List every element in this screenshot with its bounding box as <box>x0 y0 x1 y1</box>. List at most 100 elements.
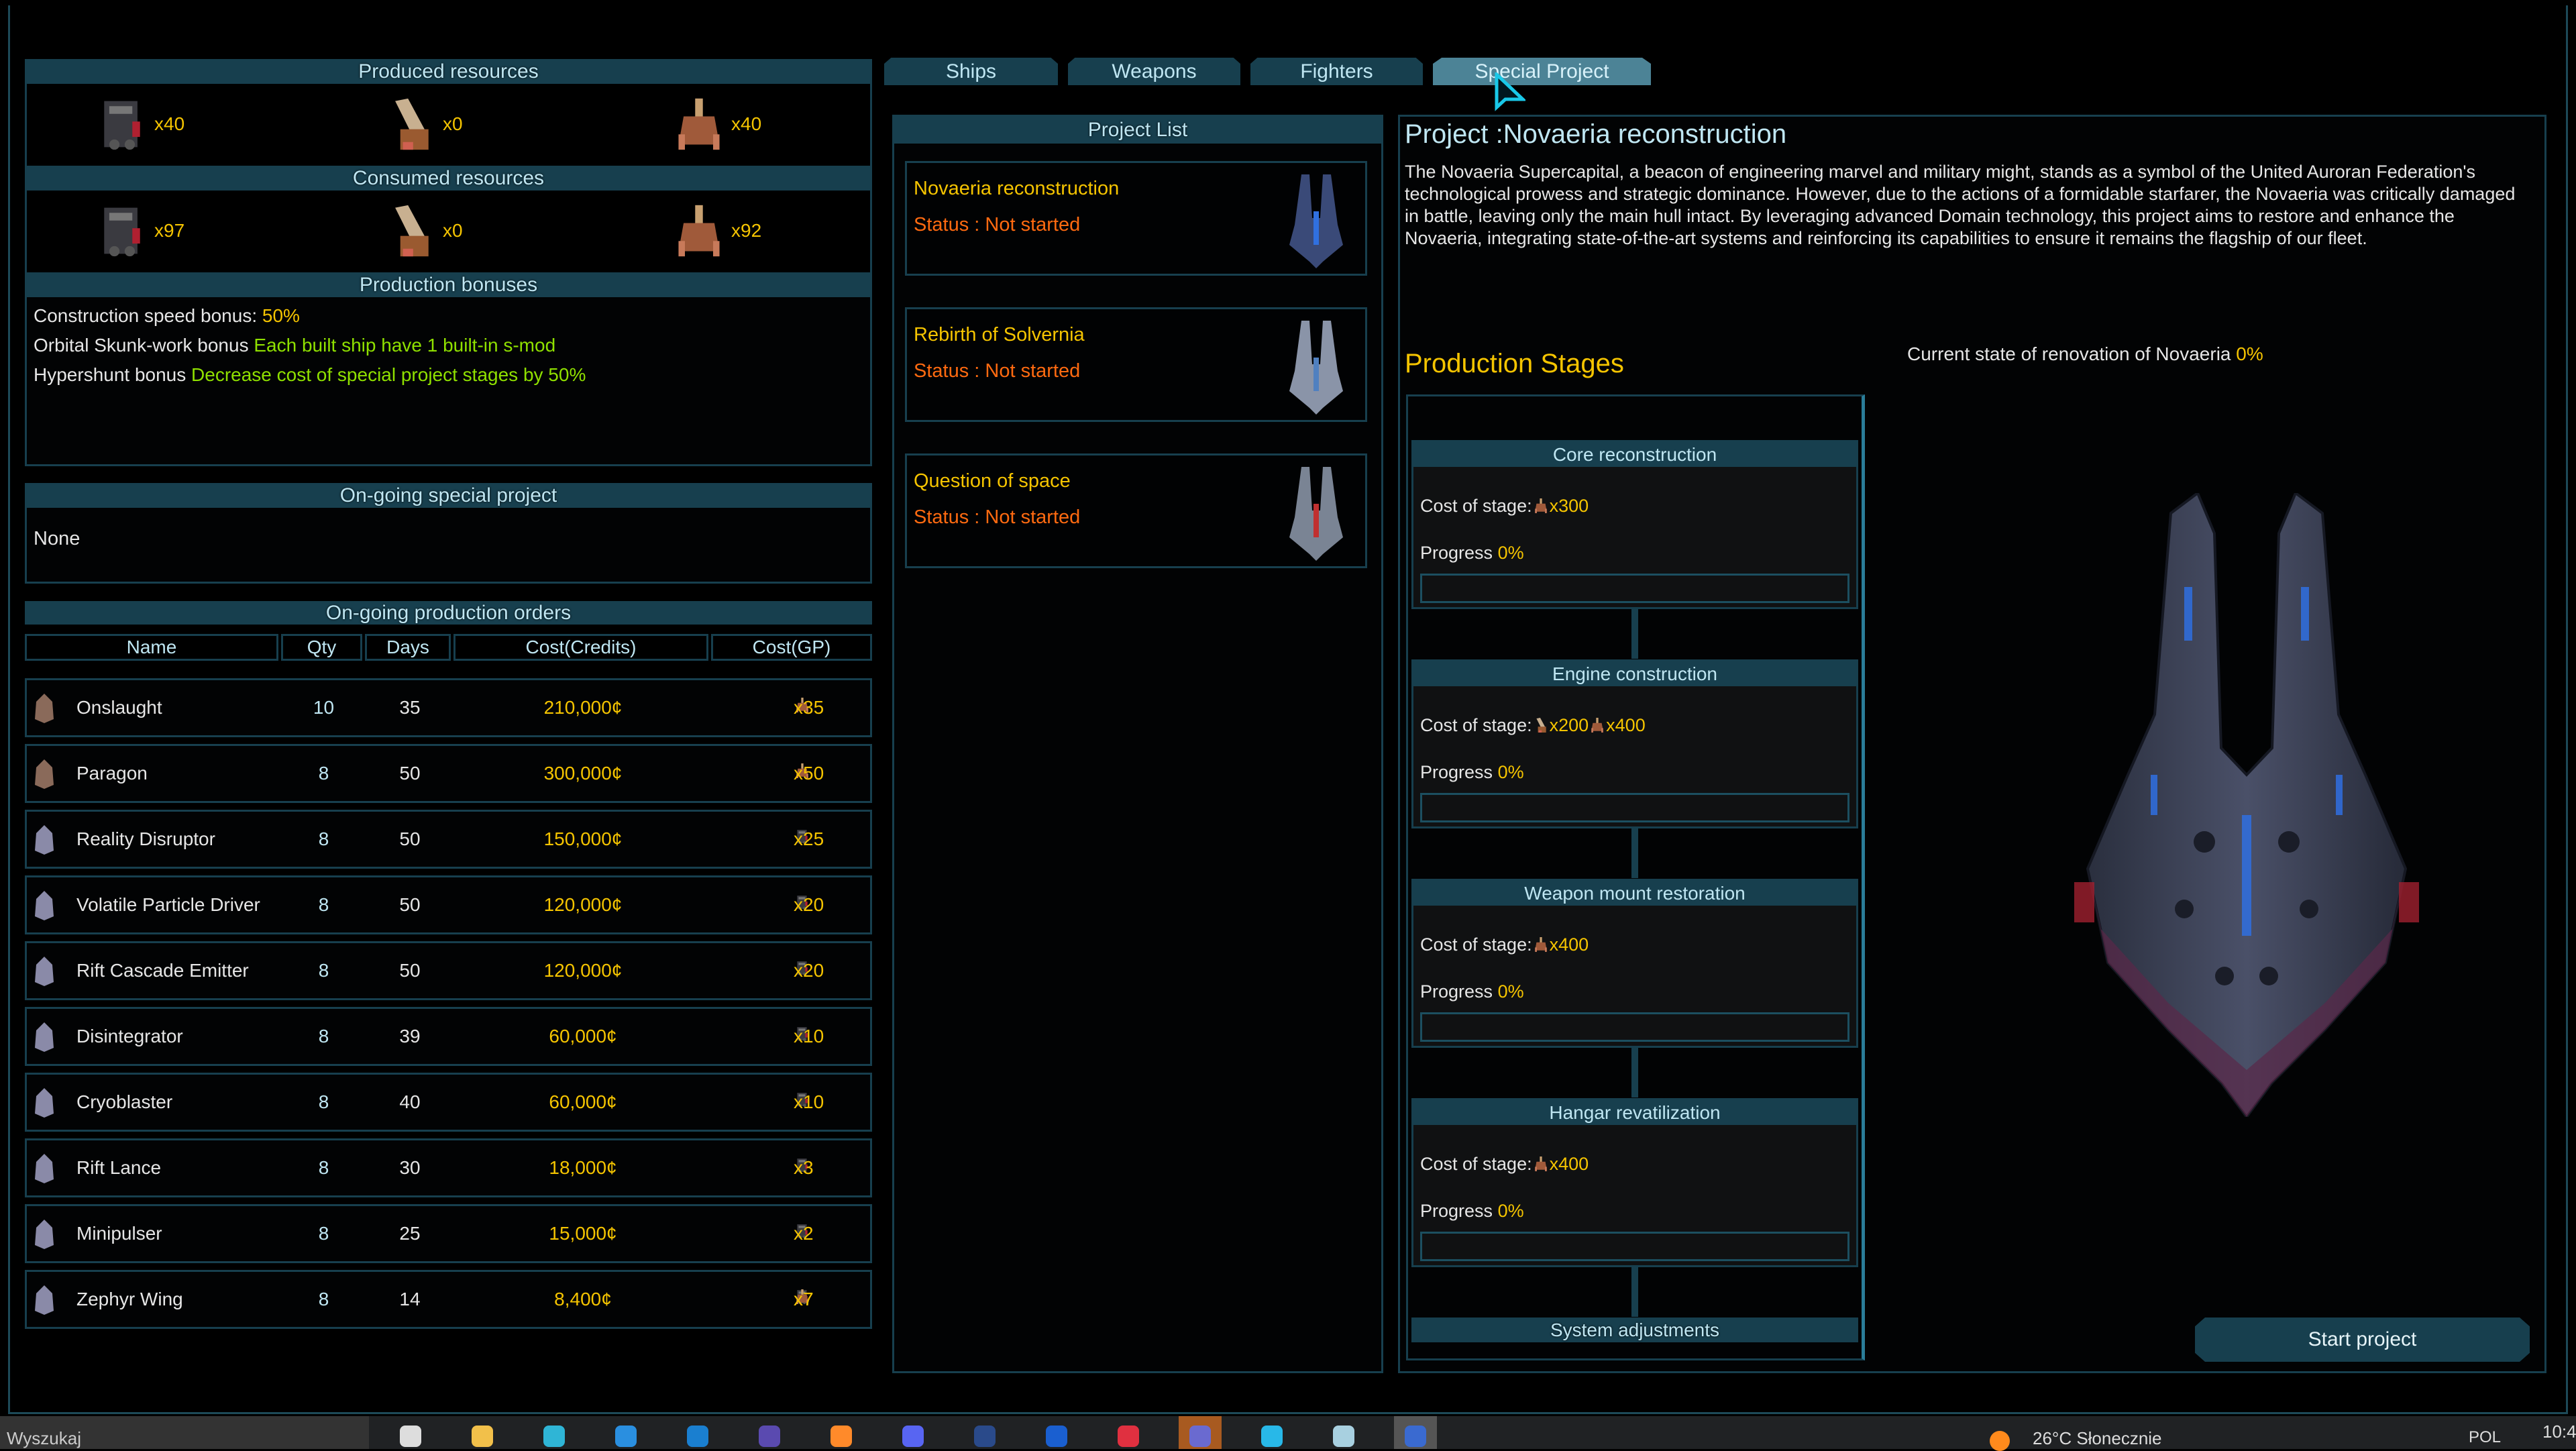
ship-name: Minipulser <box>76 1223 162 1244</box>
credits-cell: 150,000¢ <box>543 828 623 849</box>
bonus-item: Construction speed bonus: 50% <box>27 301 870 331</box>
file-explorer-icon[interactable] <box>461 1416 504 1449</box>
bonus-label: Construction speed bonus: <box>34 305 258 326</box>
column-header-name[interactable]: Name <box>25 634 278 661</box>
progress-value: 0% <box>1497 981 1524 1002</box>
column-header-qty[interactable]: Qty <box>281 634 362 661</box>
stage-header[interactable]: System adjustments <box>1411 1318 1858 1342</box>
start-project-button[interactable]: Start project <box>2195 1318 2530 1362</box>
gp-amount: x2 <box>794 1223 814 1244</box>
ship-icon <box>31 758 58 790</box>
project-card[interactable]: Rebirth of Solvernia Status : Not started <box>905 307 1367 422</box>
weather-text[interactable]: 26°C Słonecznie <box>2033 1428 2162 1449</box>
opera-icon[interactable] <box>1107 1416 1150 1449</box>
days-cell: 50 <box>399 960 421 981</box>
days-cell: 50 <box>399 894 421 915</box>
tab-special-project[interactable]: Special Project <box>1433 58 1651 85</box>
teams-icon[interactable] <box>1179 1416 1222 1449</box>
cannon-resource-icon <box>382 203 439 259</box>
file-explorer-glyph-icon <box>472 1426 493 1447</box>
mail-icon[interactable] <box>676 1416 719 1449</box>
steam-glyph-icon <box>974 1426 996 1447</box>
language-indicator[interactable]: POL <box>2469 1428 2501 1447</box>
project-card[interactable]: Novaeria reconstruction Status : Not star… <box>905 161 1367 276</box>
tab-weapons[interactable]: Weapons <box>1068 58 1240 85</box>
credits-cell: 210,000¢ <box>543 697 623 718</box>
app-icon[interactable] <box>1394 1416 1437 1449</box>
clock[interactable]: 10:4 <box>2542 1421 2576 1442</box>
steam-icon[interactable] <box>963 1416 1006 1449</box>
table-row[interactable]: Onslaught 10 35 210,000¢ x35 <box>25 678 872 737</box>
project-card[interactable]: Question of space Status : Not started <box>905 453 1367 568</box>
stage-cost: Cost of stage: x400 <box>1420 934 1589 955</box>
column-header-cost-gp[interactable]: Cost(GP) <box>711 634 872 661</box>
table-row[interactable]: Zephyr Wing8148,400¢x7x7 <box>25 1270 872 1329</box>
credits-cell: 60,000¢ <box>549 1091 617 1112</box>
stage-cost: Cost of stage: x400 <box>1420 1154 1589 1175</box>
tab-ships[interactable]: Ships <box>884 58 1058 85</box>
table-row[interactable]: Minipulser 8 25 15,000¢ x2 <box>25 1204 872 1263</box>
table-row[interactable]: Volatile Particle Driver 8 50 120,000¢ x20 <box>25 875 872 934</box>
store-icon[interactable] <box>604 1416 647 1449</box>
table-row[interactable]: Cryoblaster 8 40 60,000¢ x10 <box>25 1073 872 1132</box>
discord-icon[interactable] <box>892 1416 934 1449</box>
project-status: Status : Not started <box>914 214 1081 235</box>
app-icon[interactable] <box>1322 1416 1365 1449</box>
firefox-icon[interactable] <box>820 1416 863 1449</box>
app-glyph-icon <box>1405 1426 1426 1447</box>
bonus-label: Hypershunt bonus <box>34 364 186 385</box>
ship-name: Volatile Particle Driver <box>76 894 260 915</box>
stage-connector <box>1631 609 1638 659</box>
stage-progress: Progress 0% <box>1420 981 1524 1002</box>
gp-amount: x10 <box>794 1026 824 1046</box>
production-bonuses-list: Construction speed bonus: 50% Orbital Sku… <box>25 297 872 466</box>
ship-name: Rift Cascade Emitter <box>76 960 249 981</box>
qty-cell: 10 <box>313 697 335 718</box>
days-cell: 39 <box>399 1026 421 1046</box>
resource-amount: x92 <box>731 220 762 241</box>
production-orders-header: On-going production orders <box>25 601 872 625</box>
hull-resource-icon <box>671 203 727 259</box>
cost-label: Cost of stage: <box>1420 1154 1532 1174</box>
table-row[interactable]: Rift Cascade Emitter 8 50 120,000¢ x20 <box>25 941 872 1000</box>
credits-cell: 60,000¢ <box>549 1026 617 1046</box>
production-stage: Weapon mount restoration Cost of stage: x4… <box>1411 879 1858 1048</box>
column-header-cost-credits[interactable]: Cost(Credits) <box>453 634 708 661</box>
table-row[interactable]: Disintegrator 8 39 60,000¢ x10 <box>25 1007 872 1066</box>
bonus-item: Orbital Skunk-work bonus Each built ship… <box>27 331 870 360</box>
table-row[interactable]: Reality Disruptor 8 50 150,000¢ x25 <box>25 810 872 869</box>
edge-icon[interactable] <box>533 1416 576 1449</box>
qty-cell: 8 <box>318 1289 329 1309</box>
cost-amount: x200 <box>1549 715 1589 735</box>
firefox-glyph-icon <box>830 1426 852 1447</box>
stage-header: Core reconstruction <box>1413 442 1856 467</box>
resource-item: x0 <box>382 96 463 152</box>
tab-fighters[interactable]: Fighters <box>1250 58 1423 85</box>
table-row[interactable]: Paragon 8 50 300,000¢ x50 <box>25 744 872 803</box>
task-view-icon[interactable] <box>389 1416 432 1449</box>
ship-icon <box>31 824 58 856</box>
progress-label: Progress <box>1420 981 1493 1002</box>
qty-cell: 8 <box>318 1157 329 1178</box>
hull-resource-icon <box>671 96 727 152</box>
ship-icon <box>31 1152 58 1185</box>
app-icon[interactable] <box>1035 1416 1078 1449</box>
gp-amount: x3 <box>794 1157 814 1178</box>
ship-icon <box>31 692 58 724</box>
renovation-label: Current state of renovation of Novaeria <box>1907 343 2231 364</box>
column-header-days[interactable]: Days <box>365 634 451 661</box>
ship-name: Disintegrator <box>76 1026 183 1046</box>
webstorm-icon[interactable] <box>1250 1416 1293 1449</box>
taskbar-search-box[interactable]: Wyszukaj <box>0 1416 369 1449</box>
table-row[interactable]: Rift Lance 8 30 18,000¢ x3 <box>25 1138 872 1197</box>
credits-cell: 8,400¢ <box>554 1289 612 1309</box>
app-glyph-icon <box>759 1426 780 1447</box>
days-cell: 50 <box>399 763 421 784</box>
webstorm-glyph-icon <box>1261 1426 1283 1447</box>
opera-glyph-icon <box>1118 1426 1139 1447</box>
bonus-value: Each built ship have 1 built-in s-mod <box>254 335 556 356</box>
app-icon[interactable] <box>748 1416 791 1449</box>
stage-cost: Cost of stage: x300 <box>1420 496 1589 517</box>
progress-label: Progress <box>1420 1201 1493 1221</box>
resource-amount: x40 <box>154 113 185 134</box>
